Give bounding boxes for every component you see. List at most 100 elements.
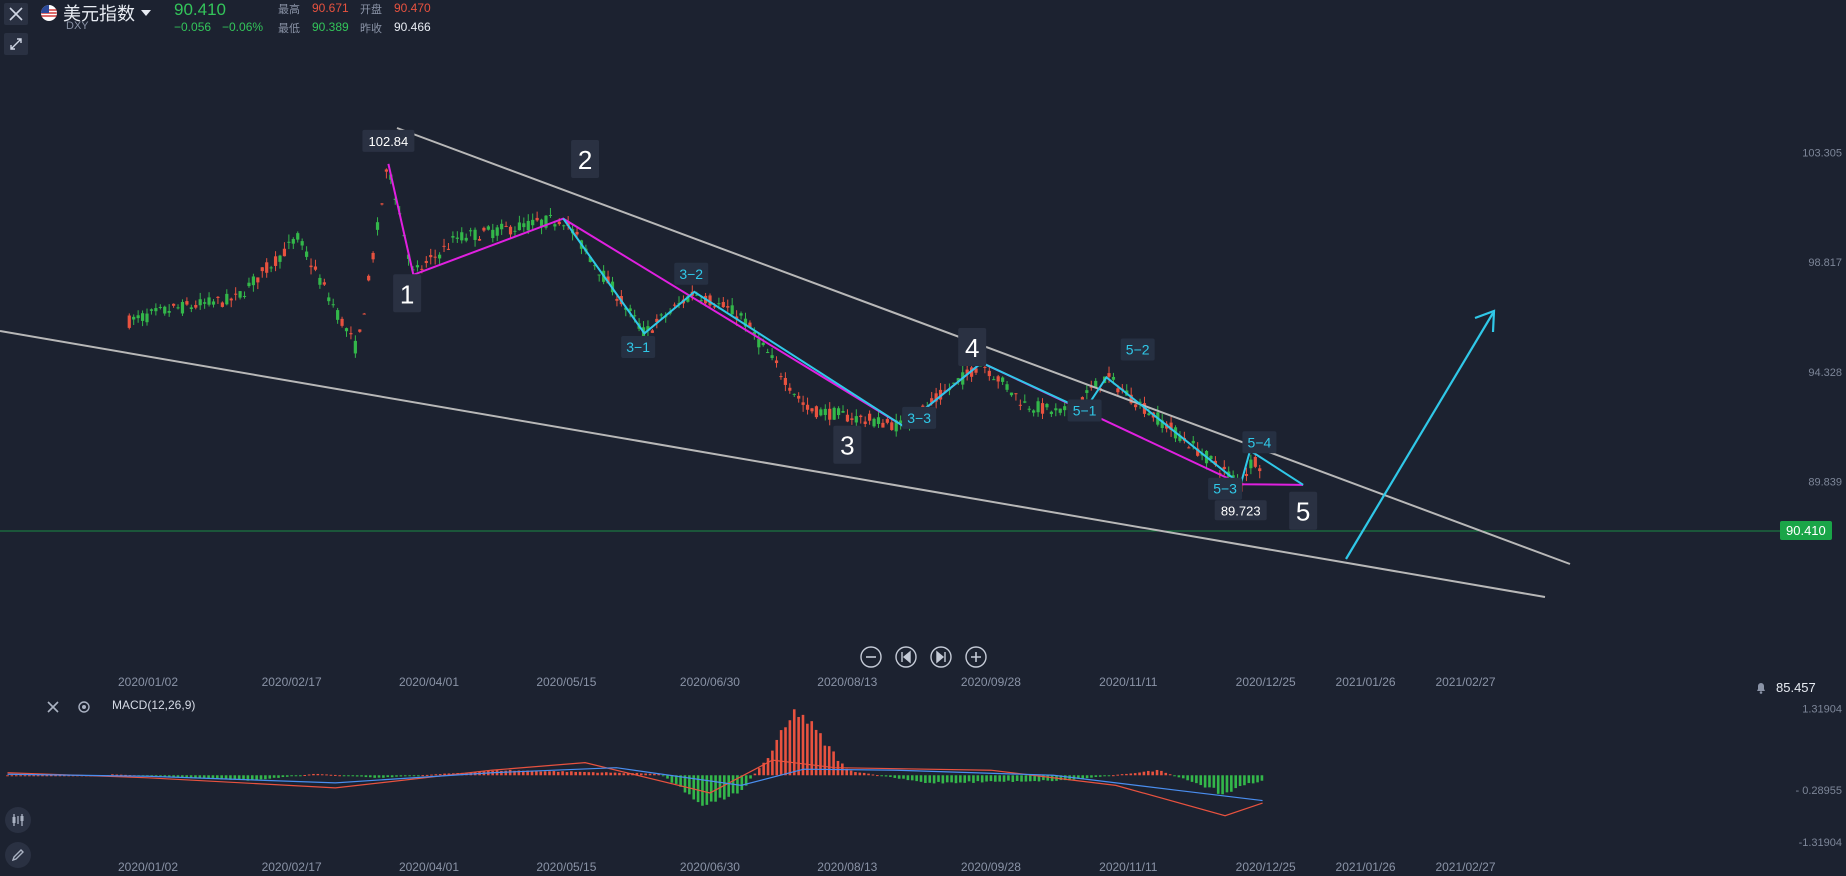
wave-label: 5−2 [1120,338,1155,361]
macd-histogram-bar [854,772,857,776]
candle-body [788,387,792,391]
candle-body [854,416,858,423]
candle-body [508,226,513,235]
macd-histogram-bar [670,775,674,783]
candle-body [358,329,362,332]
macd-histogram-bar [587,772,591,776]
symbol-selector[interactable]: 美元指数 [40,0,152,26]
candle-body [885,419,889,423]
candle-body [216,296,220,298]
step-forward-button[interactable] [930,646,952,668]
close-chart-button[interactable] [4,3,28,25]
candle-body [473,229,477,240]
macd-histogram-bar [342,775,346,777]
price-change: −0.056 [174,20,212,34]
macd-histogram-bar [932,775,936,784]
candle-body [442,245,446,247]
drawing-tool-button[interactable] [5,842,31,868]
candle-body [327,297,331,302]
macd-histogram-bar [32,775,36,777]
candle-body [1001,377,1005,382]
candle-body [331,304,335,306]
macd-histogram-bar [1142,771,1146,776]
price-tick-label: 98.817 [1808,257,1842,269]
bell-icon[interactable] [1754,680,1768,694]
macd-histogram-bar [417,775,420,777]
macd-histogram-bar [788,720,792,776]
wave-label: 5−4 [1242,431,1277,454]
candle-body [371,252,375,260]
candle-body [1249,459,1253,469]
candle-body [783,377,787,385]
candle-body [429,255,433,258]
macd-histogram-bar [272,775,276,778]
macd-histogram-bar [386,775,390,778]
candle-body [415,265,420,268]
candle-body [367,275,371,281]
macd-histogram-bar [556,771,560,776]
time-tick-label: 2020/01/02 [118,860,178,874]
indicator-tool-button[interactable] [5,807,31,833]
settings-gear-icon [78,701,90,713]
time-tick-label: 2020/06/30 [680,860,740,874]
zoom-in-button[interactable] [965,646,987,668]
macd-histogram-bar [801,714,805,776]
wave-label-text: 3−1 [626,339,650,355]
time-tick-label: 2020/05/15 [536,860,596,874]
wave-label: 3−2 [674,262,709,285]
macd-histogram-bar [1090,775,1093,778]
wave-label: 3−1 [621,336,656,359]
macd-histogram-bar [395,775,398,777]
candle-body [145,313,149,323]
candle-body [1244,474,1249,476]
macd-histogram-bar [259,775,263,780]
price-chart[interactable]: 1 2 3 4 5 3−1 3−2 3−3 5−1 5−2 5−3 5−4 102.84 89.723 1… [0,0,1846,876]
macd-histogram-bar [661,775,665,777]
candle-body [460,232,464,241]
macd-histogram-bar [299,775,302,777]
price-axis: 103.305 98.817 94.328 89.839 [1802,148,1842,489]
candle-body [433,256,437,258]
time-tick-label: 2020/04/01 [399,675,459,689]
candle-body [349,333,353,335]
candle-body [304,251,309,257]
candle-body [242,295,247,297]
candle-body [234,293,238,295]
candle-body [1027,408,1031,410]
zoom-out-icon [860,646,882,668]
collapse-arrows-icon [10,38,22,50]
macd-dif-line [7,759,1263,817]
macd-histogram-bar [1234,775,1238,789]
macd-histogram-bar [329,774,333,776]
macd-histogram-bar [622,773,626,776]
macd-dea-line [7,767,1263,802]
time-axis-main: 2020/01/02 2020/02/17 2020/04/01 2020/05/15… [118,675,1496,689]
zoom-out-button[interactable] [860,646,882,668]
candle-body [805,404,810,410]
macd-histogram-bar [434,774,438,776]
candle-body [832,407,836,420]
candle-body [309,265,313,268]
step-back-button[interactable] [895,646,917,668]
macd-histogram-bar [959,775,962,783]
macd-histogram-bar [1116,774,1119,776]
macd-settings-button[interactable] [77,700,91,714]
candle-body [136,315,140,319]
macd-histogram-bar [281,775,285,778]
macd-histogram-bar [355,775,359,777]
macd-histogram-bar [1181,775,1185,779]
macd-histogram-bar [714,775,717,802]
time-tick-label: 2021/01/26 [1336,675,1396,689]
candle-body [127,315,131,328]
macd-histogram-bar [500,770,503,776]
macd-histogram-bar [871,774,875,776]
collapse-button[interactable] [4,33,28,55]
wave-label: 5 [1289,491,1318,530]
wave-label-text: 2 [578,145,592,175]
time-tick-label: 2021/01/26 [1336,860,1396,874]
candle-body [739,313,743,316]
macd-histogram-bar [382,775,385,778]
macd-histogram-bar [832,751,835,776]
macd-close-button[interactable] [46,700,60,714]
macd-histogram-bar [1173,775,1176,777]
